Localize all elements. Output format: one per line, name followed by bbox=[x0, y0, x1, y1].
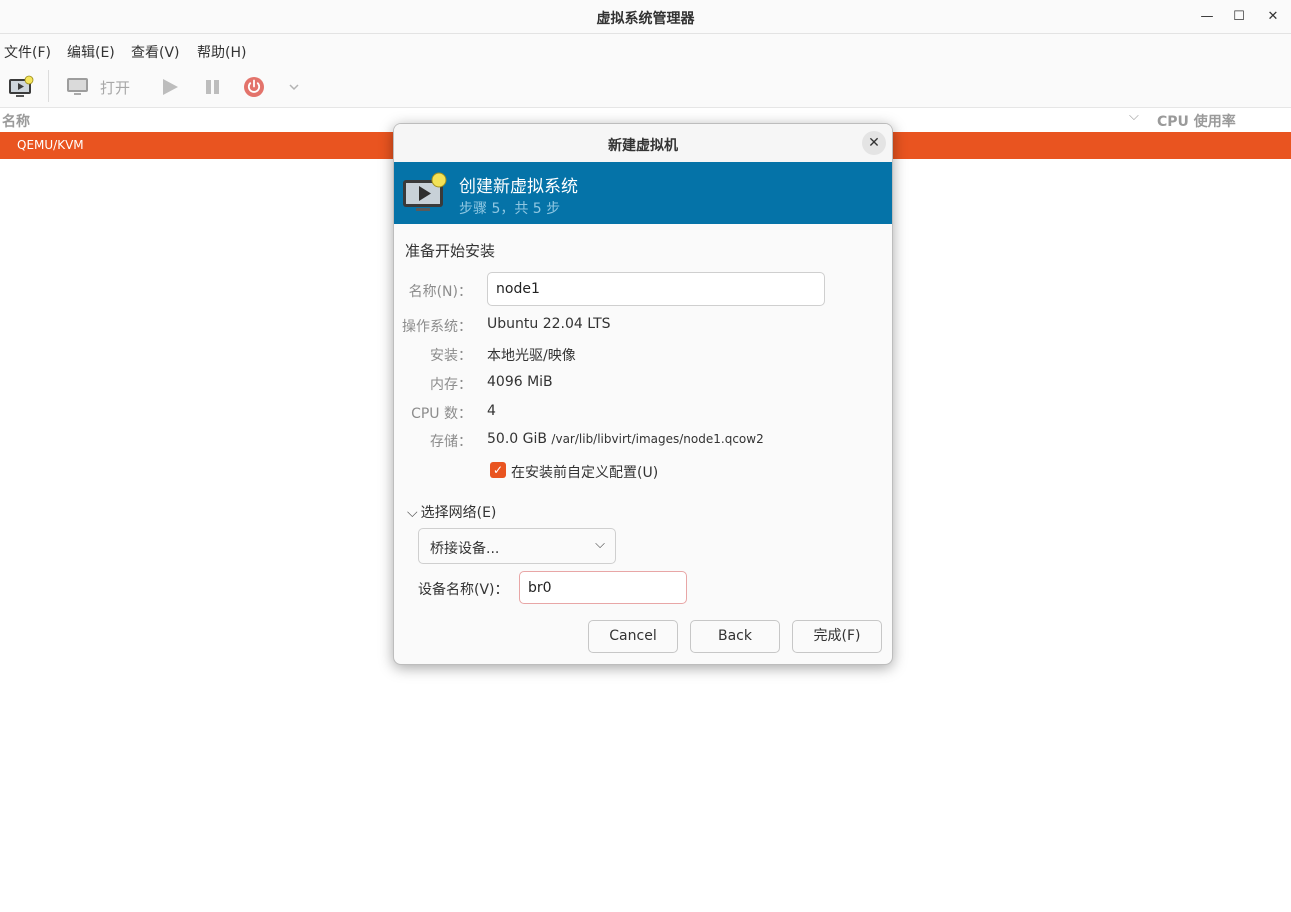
cancel-button[interactable]: Cancel bbox=[588, 620, 678, 653]
cpu-label: CPU 数： bbox=[411, 406, 472, 422]
network-expander-label: 选择网络(E) bbox=[420, 505, 497, 521]
maximize-button[interactable]: ☐ bbox=[1228, 6, 1250, 28]
column-name-header[interactable]: 名称 bbox=[2, 111, 30, 131]
open-button[interactable]: 打开 bbox=[66, 74, 130, 100]
monitor-icon bbox=[67, 78, 88, 95]
new-vm-dialog: 新建虚拟机 ✕ 创建新虚拟系统 步骤 5，共 5 步 准备开始安装 名称(N)：… bbox=[393, 123, 893, 665]
menu-help[interactable]: 帮助(H) bbox=[197, 42, 246, 62]
dialog-title: 新建虚拟机 bbox=[608, 138, 678, 154]
storage-label: 存储： bbox=[430, 434, 472, 450]
network-expander[interactable]: ⌵ 选择网络(E) bbox=[407, 502, 496, 522]
section-title: 准备开始安装 bbox=[405, 242, 496, 260]
power-icon bbox=[244, 77, 264, 97]
dialog-title-bar: 新建虚拟机 ✕ bbox=[394, 124, 892, 162]
title-bar: 虚拟系统管理器 — ☐ ✕ bbox=[0, 0, 1291, 34]
menu-file[interactable]: 文件(F) bbox=[4, 42, 51, 62]
banner-title: 创建新虚拟系统 bbox=[459, 177, 578, 197]
dialog-banner: 创建新虚拟系统 步骤 5，共 5 步 bbox=[394, 162, 892, 224]
column-chooser-icon[interactable]: ⌵ bbox=[1129, 109, 1139, 124]
chevron-down-icon bbox=[289, 84, 299, 91]
os-value: Ubuntu 22.04 LTS bbox=[487, 316, 611, 332]
toolbar: 打开 bbox=[0, 66, 1291, 108]
memory-value: 4096 MiB bbox=[487, 374, 553, 390]
shutdown-button[interactable] bbox=[243, 74, 265, 100]
cpu-value: 4 bbox=[487, 403, 496, 419]
column-cpu-header[interactable]: CPU 使用率 bbox=[1157, 111, 1236, 131]
shutdown-menu-button[interactable] bbox=[287, 74, 301, 100]
customize-checkbox-label[interactable]: 在安装前自定义配置(U) bbox=[511, 462, 658, 482]
minimize-button[interactable]: — bbox=[1196, 6, 1218, 28]
toolbar-separator bbox=[48, 70, 49, 102]
back-button[interactable]: Back bbox=[690, 620, 780, 653]
vm-name-input[interactable] bbox=[487, 272, 825, 306]
finish-button[interactable]: 完成(F) bbox=[792, 620, 882, 653]
storage-path: /var/lib/libvirt/images/node1.qcow2 bbox=[551, 432, 764, 446]
new-vm-banner-icon bbox=[403, 172, 447, 211]
menu-edit[interactable]: 编辑(E) bbox=[67, 42, 115, 62]
new-vm-icon bbox=[9, 75, 34, 97]
open-button-label: 打开 bbox=[100, 78, 131, 97]
customize-checkbox[interactable]: ✓ bbox=[490, 462, 506, 478]
banner-subtitle: 步骤 5，共 5 步 bbox=[459, 201, 561, 217]
storage-value: 50.0 GiB /var/lib/libvirt/images/node1.q… bbox=[487, 431, 764, 447]
menu-view[interactable]: 查看(V) bbox=[131, 42, 180, 62]
run-button[interactable] bbox=[160, 74, 180, 100]
device-name-input[interactable] bbox=[519, 571, 687, 604]
dialog-close-button[interactable]: ✕ bbox=[862, 131, 886, 155]
chevron-down-icon: ⌵ bbox=[407, 505, 418, 521]
close-button[interactable]: ✕ bbox=[1262, 6, 1284, 28]
network-source-dropdown[interactable]: 桥接设备... ⌵ bbox=[418, 528, 616, 564]
storage-size: 50.0 GiB bbox=[487, 431, 547, 447]
install-value: 本地光驱/映像 bbox=[487, 348, 576, 364]
dropdown-arrow-icon: ⌵ bbox=[595, 537, 605, 552]
device-name-label: 设备名称(V)： bbox=[418, 582, 509, 598]
new-vm-button[interactable] bbox=[8, 74, 34, 100]
name-label: 名称(N)： bbox=[408, 284, 472, 300]
connection-label: QEMU/KVM bbox=[17, 138, 84, 152]
menu-bar: 文件(F) 编辑(E) 查看(V) 帮助(H) bbox=[0, 34, 1291, 66]
pause-button[interactable] bbox=[204, 74, 222, 100]
memory-label: 内存： bbox=[430, 377, 472, 393]
play-icon bbox=[163, 79, 178, 95]
os-label: 操作系统： bbox=[402, 319, 472, 335]
network-source-value: 桥接设备... bbox=[430, 541, 500, 557]
install-label: 安装： bbox=[430, 348, 472, 364]
window-title: 虚拟系统管理器 bbox=[596, 11, 695, 27]
pause-icon bbox=[206, 80, 219, 94]
